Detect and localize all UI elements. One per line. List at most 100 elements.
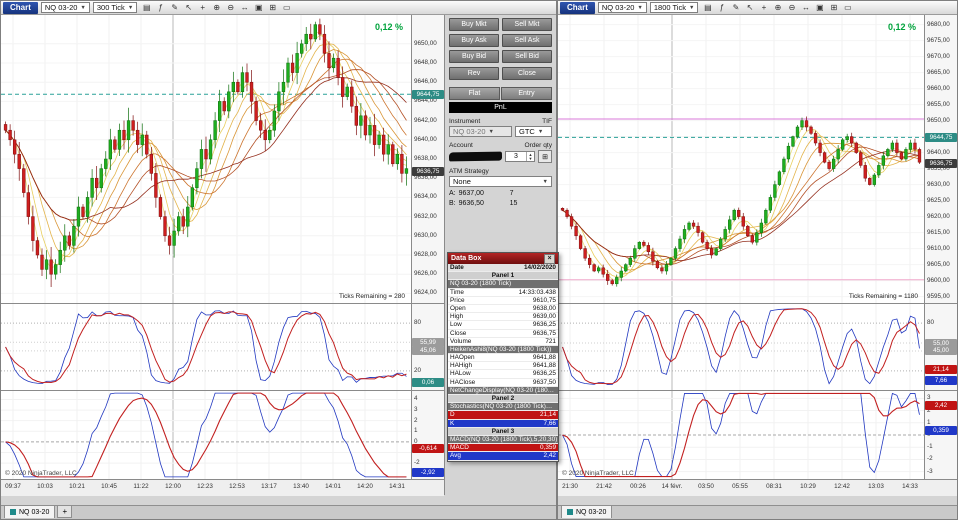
axis-tick-label: 9625,00 <box>927 196 950 204</box>
chevron-down-icon: ▼ <box>488 128 494 135</box>
axis-tick-label: 9648,00 <box>414 59 437 66</box>
window-title: Chart <box>3 1 38 14</box>
svg-text:Ticks Remaining = 280: Ticks Remaining = 280 <box>339 293 405 300</box>
databox-row: K 7,66 <box>448 419 558 428</box>
pan-icon[interactable]: ↔ <box>238 2 251 14</box>
drawing-tools-icon[interactable]: ✎ <box>729 2 742 14</box>
atm-strategy-select[interactable]: None ▼ <box>449 176 552 187</box>
buy-ask-button[interactable]: Buy Ask <box>449 34 499 47</box>
order-qty-stepper[interactable]: 3 ▲ ▼ <box>505 151 535 162</box>
chart-area[interactable]: 0,12 % Ticks Remaining = 1180 © 2020 Ninja… <box>558 15 957 479</box>
interval-select[interactable]: 300 Tick ▼ <box>92 2 138 13</box>
bid-row: B: 9636,50 15 <box>449 200 552 207</box>
zoom-out-icon[interactable]: ⊖ <box>224 2 237 14</box>
zoom-in-icon[interactable]: ⊕ <box>771 2 784 14</box>
time-axis: 09:37 10:03 10:21 10:45 11:22 12:00 12:23 12:53… <box>1 479 444 496</box>
indicators-icon[interactable]: ƒ <box>715 2 728 14</box>
chevron-down-icon: ▼ <box>80 4 86 11</box>
axis-tick-label: -2 <box>927 455 933 463</box>
drawing-tools-icon[interactable]: ✎ <box>168 2 181 14</box>
crosshair-icon[interactable]: + <box>757 2 770 14</box>
tif-value: GTC <box>519 127 535 136</box>
axis-tick-label: 9650,00 <box>927 116 950 124</box>
chart-style-icon[interactable]: ▤ <box>140 2 153 14</box>
databox-row: Stochastics(NQ 03-20 (1800 Tick)… <box>448 403 558 412</box>
tif-select[interactable]: GTC ▼ <box>515 126 552 137</box>
databox-row: D 21,14 <box>448 411 558 420</box>
svg-text:Ticks Remaining = 1180: Ticks Remaining = 1180 <box>849 293 919 300</box>
axis-tick-label: 9628,00 <box>414 251 437 258</box>
interval-select[interactable]: 1800 Tick ▼ <box>649 2 699 13</box>
axis-tick-label: 1 <box>927 418 931 426</box>
time-axis: 21:30 21:42 00:26 14 févr. 03:50 05:55 08:31 10… <box>558 479 957 496</box>
close-icon[interactable]: × <box>544 253 555 264</box>
spinner-arrows-icon[interactable]: ▲ ▼ <box>526 152 534 161</box>
qty-presets-button[interactable]: ⊞ <box>538 150 552 163</box>
grid-icon[interactable]: ⊞ <box>266 2 279 14</box>
tab-strip: NQ 03-20 <box>558 505 957 519</box>
databox-row: High 9639,00 <box>448 313 558 322</box>
chart-style-icon[interactable]: ▤ <box>701 2 714 14</box>
databox-row: HAOpen 9641,88 <box>448 354 558 363</box>
chart-canvas[interactable]: 0,12 % Ticks Remaining = 1180 © 2020 Ninja… <box>558 15 924 479</box>
time-axis-label: 14 févr. <box>661 483 683 490</box>
time-axis-label: 11:22 <box>133 483 149 490</box>
axis-tick-label: 9640,00 <box>414 135 437 143</box>
price-axis: 9650,00 9648,00 9646,00 9644,00 9642,00 9640,… <box>411 15 444 479</box>
instrument-select[interactable]: NQ 03-20 ▼ <box>40 2 90 13</box>
axis-tick-label: 9634,00 <box>414 193 437 201</box>
sell-bid-button[interactable]: Sell Bid <box>502 50 552 63</box>
ask-label: A: <box>449 190 456 197</box>
pan-icon[interactable]: ↔ <box>799 2 812 14</box>
trader-instrument-select: NQ 03-20 ▼ <box>449 126 512 137</box>
atm-strategy-value: None <box>453 177 471 186</box>
ruler-icon[interactable]: ▭ <box>841 2 854 14</box>
axis-tick-label: 9630,00 <box>927 180 950 188</box>
sell-mkt-button[interactable]: Sell Mkt <box>502 18 552 31</box>
indicators-icon[interactable]: ƒ <box>154 2 167 14</box>
price-box: 9636,75 <box>925 158 957 168</box>
account-label: Account <box>449 142 473 149</box>
ruler-icon[interactable]: ▭ <box>280 2 293 14</box>
account-select[interactable] <box>448 151 503 162</box>
zoom-out-icon[interactable]: ⊖ <box>785 2 798 14</box>
buy-mkt-button[interactable]: Buy Mkt <box>449 18 499 31</box>
instrument-value: NQ 03-20 <box>44 3 78 12</box>
databox-row: Low 9636,25 <box>448 321 558 330</box>
axis-tick-label: 9605,00 <box>927 260 950 268</box>
sell-ask-button[interactable]: Sell Ask <box>502 34 552 47</box>
time-axis-label: 21:30 <box>562 483 578 490</box>
price-box: 9636,75 <box>412 166 444 176</box>
time-axis-label: 21:42 <box>596 483 612 490</box>
buy-bid-button[interactable]: Buy Bid <box>449 50 499 63</box>
chart-area[interactable]: 0,12 % Ticks Remaining = 280 © 2020 NinjaT… <box>1 15 444 479</box>
zoom-in-icon[interactable]: ⊕ <box>210 2 223 14</box>
databox-row: HeikenAshi8(NQ 03-20 (1800 Tick)) <box>448 345 558 355</box>
tab-nq-03-20[interactable]: NQ 03-20 <box>4 505 56 518</box>
cursor-icon[interactable]: ↖ <box>182 2 195 14</box>
add-tab-button[interactable]: + <box>57 505 73 518</box>
order-qty-value: 3 <box>514 153 518 160</box>
tab-nq-03-20[interactable]: NQ 03-20 <box>561 505 613 518</box>
indicator-value-box: 21,14 <box>925 365 957 375</box>
chart-canvas[interactable]: 0,12 % Ticks Remaining = 280 © 2020 NinjaT… <box>1 15 411 479</box>
reverse-button[interactable]: Rev <box>449 67 499 80</box>
data-box-titlebar[interactable]: Data Box × <box>448 253 558 264</box>
instrument-color-icon <box>567 509 573 515</box>
instrument-select[interactable]: NQ 03-20 ▼ <box>597 2 647 13</box>
grid-icon[interactable]: ⊞ <box>827 2 840 14</box>
order-qty-label: Order qty <box>524 142 552 149</box>
svg-text:© 2020 NinjaTrader, LLC: © 2020 NinjaTrader, LLC <box>5 469 77 477</box>
crosshair-icon[interactable]: + <box>196 2 209 14</box>
cursor-icon[interactable]: ↖ <box>743 2 756 14</box>
chevron-down-icon: ▼ <box>637 4 643 11</box>
snapshot-icon[interactable]: ▣ <box>813 2 826 14</box>
axis-tick-label: 9626,00 <box>414 270 437 278</box>
close-position-button[interactable]: Close <box>502 67 552 80</box>
bid-size: 15 <box>509 200 518 207</box>
atm-strategy-label: ATM Strategy <box>449 168 489 175</box>
trader-instrument-value: NQ 03-20 <box>453 127 486 136</box>
snapshot-icon[interactable]: ▣ <box>252 2 265 14</box>
axis-tick-label: 9680,00 <box>927 20 950 28</box>
databox-row: HALow 9636,25 <box>448 370 558 379</box>
